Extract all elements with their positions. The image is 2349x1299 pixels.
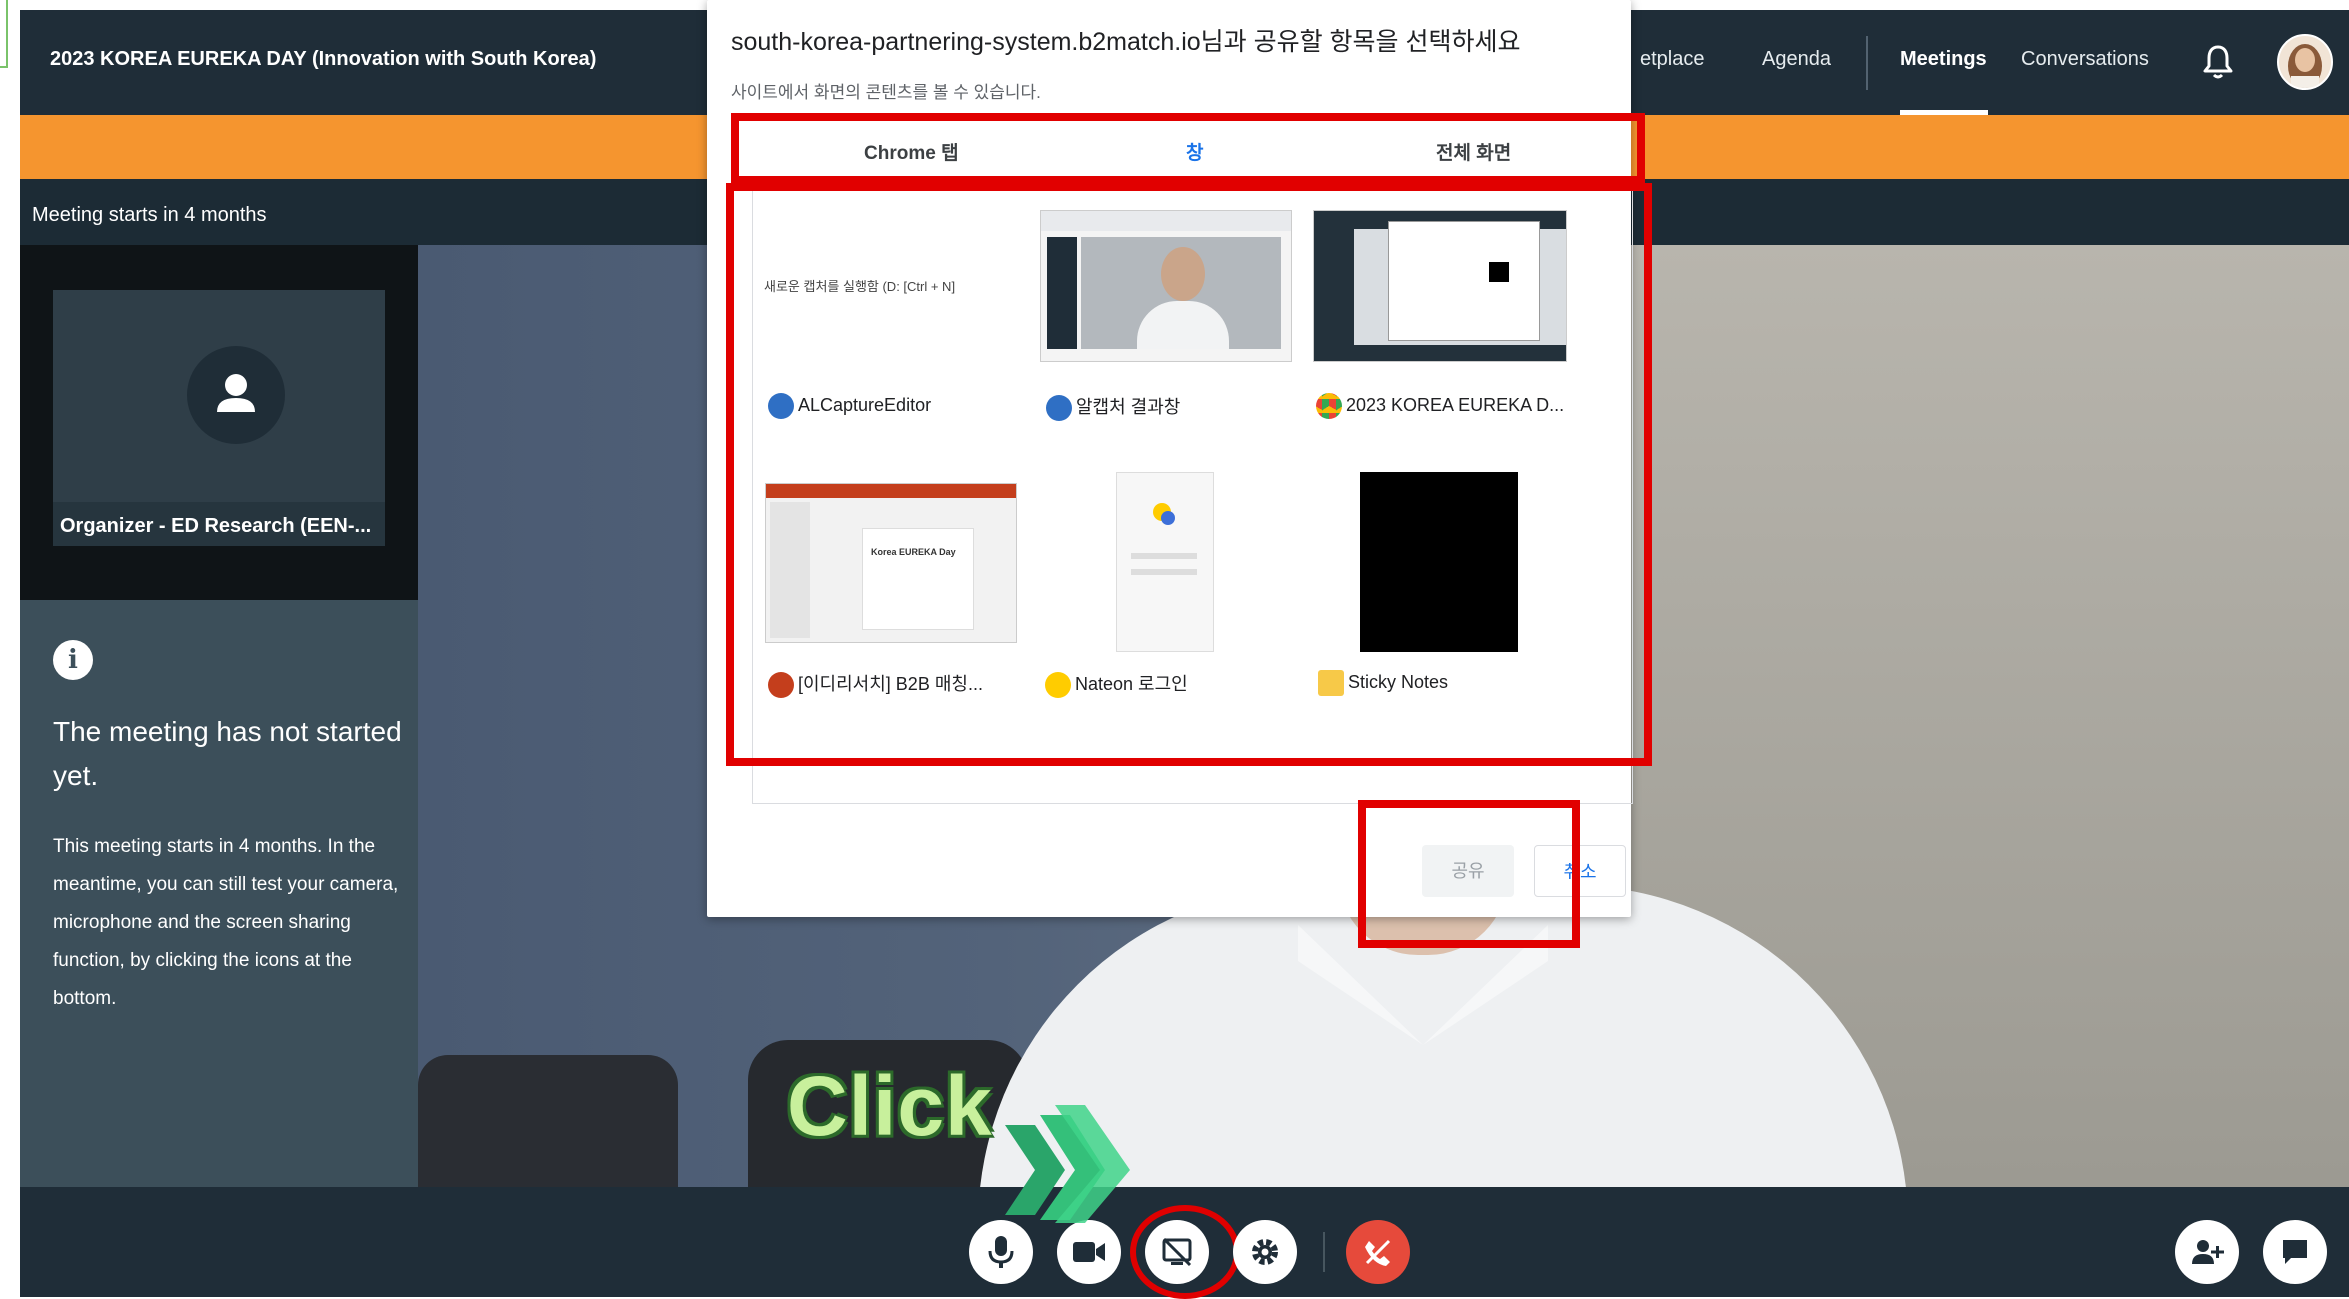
meeting-countdown: Meeting starts in 4 months xyxy=(32,204,267,226)
dialog-subtitle: 사이트에서 화면의 콘텐츠를 볼 수 있습니다. xyxy=(731,83,1041,102)
participant-tile xyxy=(53,290,385,546)
user-avatar[interactable] xyxy=(2277,34,2333,90)
microphone-button[interactable] xyxy=(969,1220,1033,1284)
leave-call-button[interactable] xyxy=(1346,1220,1410,1284)
bell-icon[interactable] xyxy=(2202,44,2234,80)
nav-conversations[interactable]: Conversations xyxy=(2021,48,2149,71)
dialog-title: south-korea-partnering-system.b2match.io… xyxy=(731,28,1521,56)
source-grid-highlight-box xyxy=(726,183,1652,766)
chair-left xyxy=(418,1055,678,1187)
participant-name: Organizer - ED Research (EEN-... xyxy=(60,515,372,537)
settings-button[interactable] xyxy=(1233,1220,1297,1284)
gear-icon xyxy=(1252,1239,1278,1265)
left-margin xyxy=(0,0,20,1297)
chevron-arrow-icon xyxy=(1005,1105,1130,1223)
crop-corner xyxy=(0,0,8,68)
nav-marketplace[interactable]: etplace xyxy=(1640,48,1705,71)
buttons-highlight-box xyxy=(1358,800,1580,948)
info-title: The meeting has not started yet. xyxy=(53,716,402,791)
tabs-highlight-box xyxy=(731,113,1645,184)
participant-avatar xyxy=(187,346,285,444)
info-icon: i xyxy=(53,640,93,680)
add-person-icon xyxy=(2192,1240,2224,1264)
event-title: 2023 KOREA EUREKA DAY (Innovation with S… xyxy=(50,48,597,70)
click-annotation: Click xyxy=(787,1059,993,1153)
nav-divider xyxy=(1866,36,1868,90)
controls-divider xyxy=(1323,1232,1325,1272)
nav-agenda[interactable]: Agenda xyxy=(1762,48,1831,71)
chat-bubble-icon xyxy=(2283,1240,2307,1264)
add-participant-button[interactable] xyxy=(2175,1220,2239,1284)
person-icon xyxy=(217,374,255,412)
microphone-icon xyxy=(988,1236,1014,1268)
screen-share-highlight xyxy=(1130,1205,1240,1299)
video-camera-icon xyxy=(1073,1242,1105,1262)
phone-hangup-icon xyxy=(1365,1239,1391,1266)
nav-meetings[interactable]: Meetings xyxy=(1900,48,1987,71)
camera-button[interactable] xyxy=(1057,1220,1121,1284)
info-body: This meeting starts in 4 months. In the … xyxy=(53,836,399,1009)
chat-button[interactable] xyxy=(2263,1220,2327,1284)
